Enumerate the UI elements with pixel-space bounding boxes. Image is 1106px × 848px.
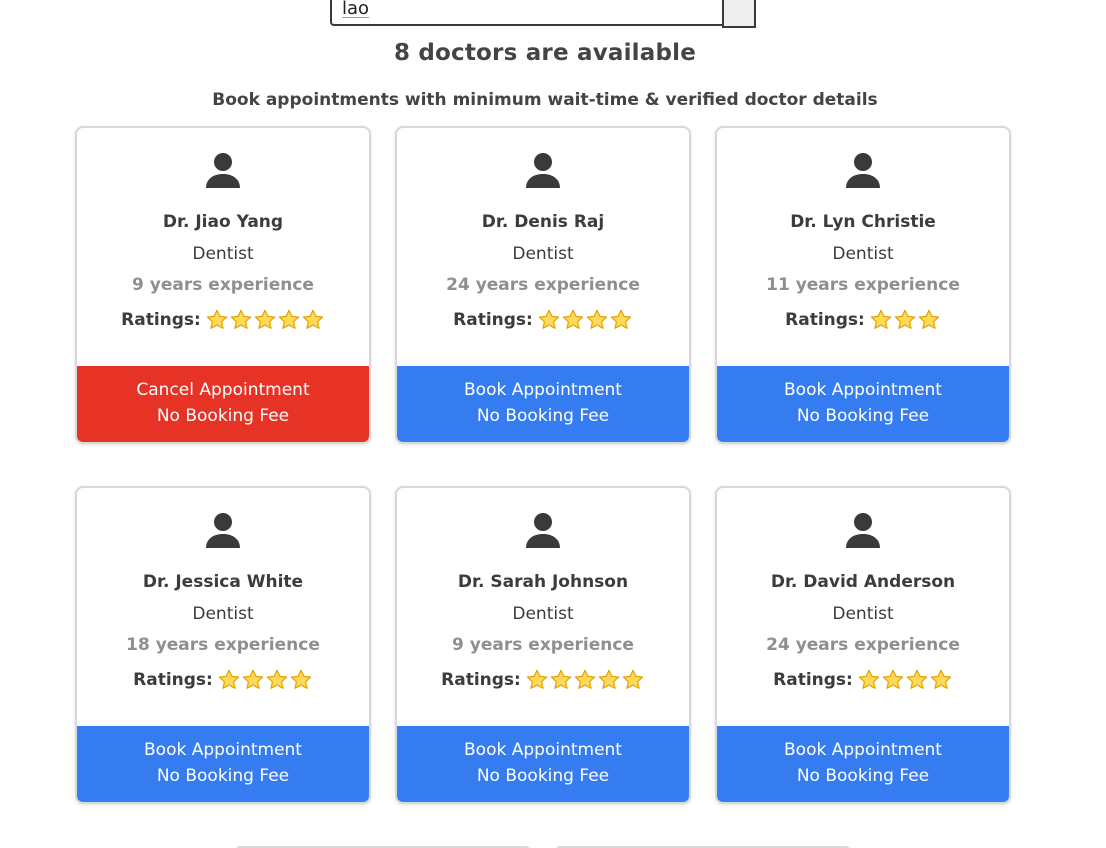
button-label: Book Appointment <box>464 380 622 400</box>
doctor-card: Dr. Lyn Christie Dentist 11 years experien… <box>715 126 1011 444</box>
star-icon <box>918 309 940 329</box>
star-icon <box>266 669 288 689</box>
button-label: Book Appointment <box>144 740 302 760</box>
doctor-ratings: Ratings: <box>717 308 1009 332</box>
rating-stars <box>869 308 941 332</box>
doctor-card: Dr. Sarah Johnson Dentist 9 years experien… <box>395 486 691 804</box>
ratings-label: Ratings: <box>773 670 853 690</box>
search-button[interactable] <box>722 0 756 28</box>
ratings-label: Ratings: <box>453 310 533 330</box>
doctor-ratings: Ratings: <box>717 668 1009 692</box>
search-input[interactable]: lao <box>330 0 732 26</box>
doctor-experience: 18 years experience <box>126 635 320 655</box>
booking-fee-label: No Booking Fee <box>476 766 610 786</box>
button-label: Book Appointment <box>784 740 942 760</box>
star-icon <box>574 669 596 689</box>
star-icon <box>550 669 572 689</box>
star-icon <box>290 669 312 689</box>
star-icon <box>858 669 880 689</box>
star-icon <box>526 669 548 689</box>
doctor-name: Dr. Jiao Yang <box>162 212 284 232</box>
star-icon <box>206 309 228 329</box>
search-input-value: lao <box>342 0 370 19</box>
doctor-avatar-icon <box>526 513 560 548</box>
star-icon <box>906 669 928 689</box>
book-appointment-button[interactable]: Book Appointment No Booking Fee <box>397 366 689 442</box>
rating-stars <box>857 668 953 692</box>
star-icon <box>894 309 916 329</box>
doctor-card: Dr. David Anderson Dentist 24 years experi… <box>715 486 1011 804</box>
rating-stars <box>525 668 645 692</box>
doctor-card: Dr. Jiao Yang Dentist 9 years experience Ra… <box>75 126 371 444</box>
booking-fee-label: No Booking Fee <box>796 406 930 426</box>
doctor-ratings: Ratings: <box>77 308 369 332</box>
star-icon <box>562 309 584 329</box>
doctor-experience: 9 years experience <box>132 275 314 295</box>
booking-fee-label: No Booking Fee <box>476 406 610 426</box>
booking-subheading: Book appointments with minimum wait-time… <box>212 90 878 110</box>
doctor-specialty: Dentist <box>192 244 254 264</box>
rating-stars <box>205 308 325 332</box>
star-icon <box>586 309 608 329</box>
star-icon <box>622 669 644 689</box>
book-appointment-button[interactable]: Book Appointment No Booking Fee <box>77 726 369 802</box>
ratings-label: Ratings: <box>121 310 201 330</box>
doctor-specialty: Dentist <box>832 244 894 264</box>
available-doctors-heading: 8 doctors are available <box>393 40 697 66</box>
rating-stars <box>217 668 313 692</box>
doctor-avatar-icon <box>526 153 560 188</box>
doctor-name: Dr. David Anderson <box>770 572 956 592</box>
doctor-name: Dr. Jessica White <box>142 572 304 592</box>
doctor-specialty: Dentist <box>512 244 574 264</box>
booking-fee-label: No Booking Fee <box>796 766 930 786</box>
doctor-card: Dr. Denis Raj Dentist 24 years experience R… <box>395 126 691 444</box>
star-icon <box>278 309 300 329</box>
button-label: Book Appointment <box>784 380 942 400</box>
star-icon <box>538 309 560 329</box>
star-icon <box>242 669 264 689</box>
doctor-name: Dr. Sarah Johnson <box>457 572 629 592</box>
ratings-label: Ratings: <box>441 670 521 690</box>
doctor-ratings: Ratings: <box>77 668 369 692</box>
star-icon <box>882 669 904 689</box>
doctor-experience: 24 years experience <box>446 275 640 295</box>
star-icon <box>610 309 632 329</box>
doctor-experience: 9 years experience <box>452 635 634 655</box>
book-appointment-button[interactable]: Book Appointment No Booking Fee <box>717 366 1009 442</box>
cancel-appointment-button[interactable]: Cancel Appointment No Booking Fee <box>77 366 369 442</box>
button-label: Cancel Appointment <box>136 380 310 400</box>
star-icon <box>254 309 276 329</box>
doctor-name: Dr. Lyn Christie <box>790 212 936 232</box>
booking-fee-label: No Booking Fee <box>156 406 290 426</box>
doctor-specialty: Dentist <box>192 604 254 624</box>
star-icon <box>230 309 252 329</box>
doctor-experience: 24 years experience <box>766 635 960 655</box>
doctor-card: Dr. Jessica White Dentist 18 years experie… <box>75 486 371 804</box>
book-appointment-button[interactable]: Book Appointment No Booking Fee <box>717 726 1009 802</box>
doctor-specialty: Dentist <box>832 604 894 624</box>
ratings-label: Ratings: <box>785 310 865 330</box>
doctor-avatar-icon <box>846 153 880 188</box>
rating-stars <box>537 308 633 332</box>
booking-fee-label: No Booking Fee <box>156 766 290 786</box>
star-icon <box>598 669 620 689</box>
book-appointment-button[interactable]: Book Appointment No Booking Fee <box>397 726 689 802</box>
star-icon <box>218 669 240 689</box>
button-label: Book Appointment <box>464 740 622 760</box>
star-icon <box>302 309 324 329</box>
doctor-avatar-icon <box>846 513 880 548</box>
doctor-ratings: Ratings: <box>397 308 689 332</box>
doctor-ratings: Ratings: <box>397 668 689 692</box>
doctor-specialty: Dentist <box>512 604 574 624</box>
doctor-name: Dr. Denis Raj <box>481 212 605 232</box>
star-icon <box>870 309 892 329</box>
doctor-avatar-icon <box>206 513 240 548</box>
doctor-experience: 11 years experience <box>766 275 960 295</box>
star-icon <box>930 669 952 689</box>
page: lao 8 doctors are available Book appoint… <box>0 0 1106 848</box>
ratings-label: Ratings: <box>133 670 213 690</box>
doctor-avatar-icon <box>206 153 240 188</box>
search-bar: lao <box>330 0 760 30</box>
